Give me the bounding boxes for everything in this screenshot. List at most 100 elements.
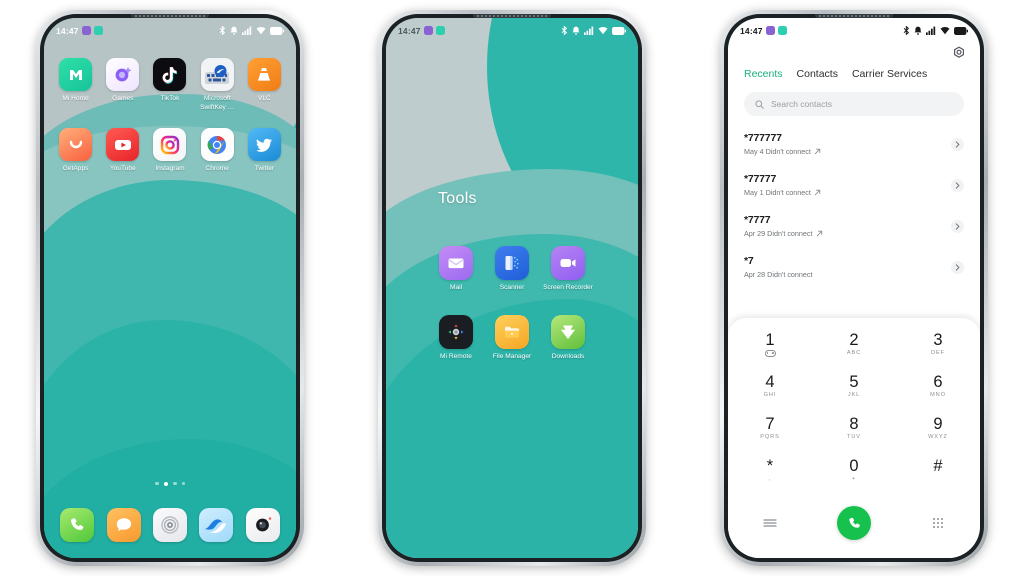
key-sub: GHI xyxy=(763,392,777,398)
phone-bezel: 14:47 Tools Mail Scanner Screen Recorder… xyxy=(382,14,642,562)
tab-contacts[interactable]: Contacts xyxy=(797,68,838,80)
screen-folder: 14:47 Tools Mail Scanner Screen Recorder… xyxy=(386,18,638,558)
call-detail: May 1 Didn't connect xyxy=(744,188,964,197)
call-button[interactable] xyxy=(837,506,871,540)
dock-camera[interactable] xyxy=(240,508,286,542)
dock-messages[interactable] xyxy=(100,508,146,542)
dialpad-toggle-button[interactable] xyxy=(896,517,980,529)
app-label: GetApps xyxy=(62,165,89,172)
call-log-row[interactable]: *777777 May 4 Didn't connect xyxy=(728,126,980,167)
key-5[interactable]: 5 JKL xyxy=(812,366,896,407)
wifi-icon xyxy=(940,27,950,35)
call-log-row[interactable]: *7777 Apr 29 Didn't connect xyxy=(728,208,980,249)
call-number: *7777 xyxy=(744,214,771,226)
phone-dialer-screen: 14:47 Recents Contacts Carrier Services … xyxy=(720,10,988,566)
page-dot[interactable] xyxy=(173,481,177,485)
settings-button[interactable] xyxy=(952,46,966,65)
app-label: Downloads xyxy=(551,352,585,360)
dock-settings[interactable] xyxy=(147,508,193,542)
key-2[interactable]: 2 ABC xyxy=(812,324,896,365)
call-detail-button[interactable] xyxy=(951,261,964,274)
app-getapps[interactable]: GetApps xyxy=(52,128,99,174)
phone-bezel: 14:47 xyxy=(724,14,984,562)
app-mi-home[interactable]: Mi Home xyxy=(52,58,99,112)
app-games[interactable]: Games xyxy=(99,58,146,112)
key-0[interactable]: 0 + xyxy=(812,450,896,491)
key-digit: 0 xyxy=(849,457,859,475)
key-8[interactable]: 8 TUV xyxy=(812,408,896,449)
status-bar: 14:47 xyxy=(386,18,638,40)
key-sub: PQRS xyxy=(760,434,780,440)
call-log-row[interactable]: *77777 May 1 Didn't connect xyxy=(728,167,980,208)
key-digit: * xyxy=(766,457,774,475)
key-sub: WXYZ xyxy=(928,434,948,440)
key-star[interactable]: *, xyxy=(728,450,812,491)
key-hash[interactable]: # xyxy=(896,450,980,491)
menu-button[interactable] xyxy=(728,518,812,528)
app-scanner[interactable]: Scanner xyxy=(484,246,540,293)
gear-icon xyxy=(954,46,964,58)
call-detail: Apr 29 Didn't connect xyxy=(744,229,964,238)
page-dot[interactable] xyxy=(155,481,159,485)
screen-home: 14:47 Mi Home Games TikTok Microsoft Swi… xyxy=(44,18,296,558)
swiftkey-icon xyxy=(200,58,234,91)
dock-browser[interactable] xyxy=(193,508,239,542)
dock-phone[interactable] xyxy=(54,508,100,542)
settings-icon xyxy=(152,508,187,542)
search-contacts-field[interactable]: Search contacts xyxy=(744,92,964,116)
key-7[interactable]: 7 PQRS xyxy=(728,408,812,449)
page-dot-active[interactable] xyxy=(163,481,168,486)
dialer-tabs: Recents Contacts Carrier Services xyxy=(728,68,980,80)
app-mail[interactable]: Mail xyxy=(428,246,484,293)
screenshot-canvas: 14:47 Mi Home Games TikTok Microsoft Swi… xyxy=(0,0,1024,576)
key-4[interactable]: 4 GHI xyxy=(728,366,812,407)
notification-icon-1 xyxy=(423,26,433,35)
key-sub: JKL xyxy=(847,392,861,398)
app-screen-recorder[interactable]: Screen Recorder xyxy=(540,246,596,293)
outgoing-call-icon xyxy=(814,148,821,155)
page-dot[interactable] xyxy=(181,481,185,485)
app-label: Mi Home xyxy=(62,95,89,102)
key-6[interactable]: 6 MNO xyxy=(896,366,980,407)
app-downloads[interactable]: Downloads xyxy=(540,314,596,362)
tab-carrier-services[interactable]: Carrier Services xyxy=(852,68,927,80)
call-log-row[interactable]: *7 Apr 28 Didn't connect xyxy=(728,249,980,290)
getapps-icon xyxy=(59,128,93,161)
call-number: *777777 xyxy=(744,132,782,144)
dialpad-icon xyxy=(933,518,943,528)
app-youtube[interactable]: YouTube xyxy=(99,128,146,174)
app-chrome[interactable]: Chrome xyxy=(194,128,241,174)
call-detail-button[interactable] xyxy=(951,138,964,151)
call-detail-button[interactable] xyxy=(951,179,964,192)
phone-home-screen: 14:47 Mi Home Games TikTok Microsoft Swi… xyxy=(36,10,304,566)
phone-icon xyxy=(60,508,95,542)
dock xyxy=(44,508,296,542)
app-tiktok[interactable]: TikTok xyxy=(146,58,193,112)
app-mi-remote[interactable]: Mi Remote xyxy=(428,314,484,362)
key-1[interactable]: 1 xyxy=(728,324,812,365)
app-vlc[interactable]: VLC xyxy=(241,58,288,112)
signal-icon xyxy=(926,26,936,35)
messages-icon xyxy=(106,508,141,542)
battery-icon xyxy=(612,26,626,35)
outgoing-call-icon xyxy=(816,230,822,237)
notification-icon-2 xyxy=(93,26,103,35)
app-instagram[interactable]: Instagram xyxy=(146,128,193,174)
app-file-manager[interactable]: File Manager xyxy=(484,314,540,362)
key-3[interactable]: 3 DEF xyxy=(896,324,980,365)
call-number: *7 xyxy=(744,255,754,267)
app-microsoft-swiftkey[interactable]: Microsoft SwiftKey … xyxy=(194,58,241,112)
downloads-icon xyxy=(551,314,585,349)
call-detail-text: Apr 28 Didn't connect xyxy=(744,270,813,279)
alarm-icon xyxy=(230,26,238,35)
menu-icon xyxy=(763,519,777,527)
app-twitter[interactable]: Twitter xyxy=(241,128,288,174)
status-bar: 14:47 xyxy=(44,18,296,40)
key-9[interactable]: 9 WXYZ xyxy=(896,408,980,449)
call-detail-button[interactable] xyxy=(951,220,964,233)
key-digit: # xyxy=(933,457,943,475)
tab-recents[interactable]: Recents xyxy=(744,68,783,80)
battery-icon xyxy=(954,26,968,35)
outgoing-call-icon xyxy=(814,189,821,196)
app-label: Twitter xyxy=(254,165,275,172)
